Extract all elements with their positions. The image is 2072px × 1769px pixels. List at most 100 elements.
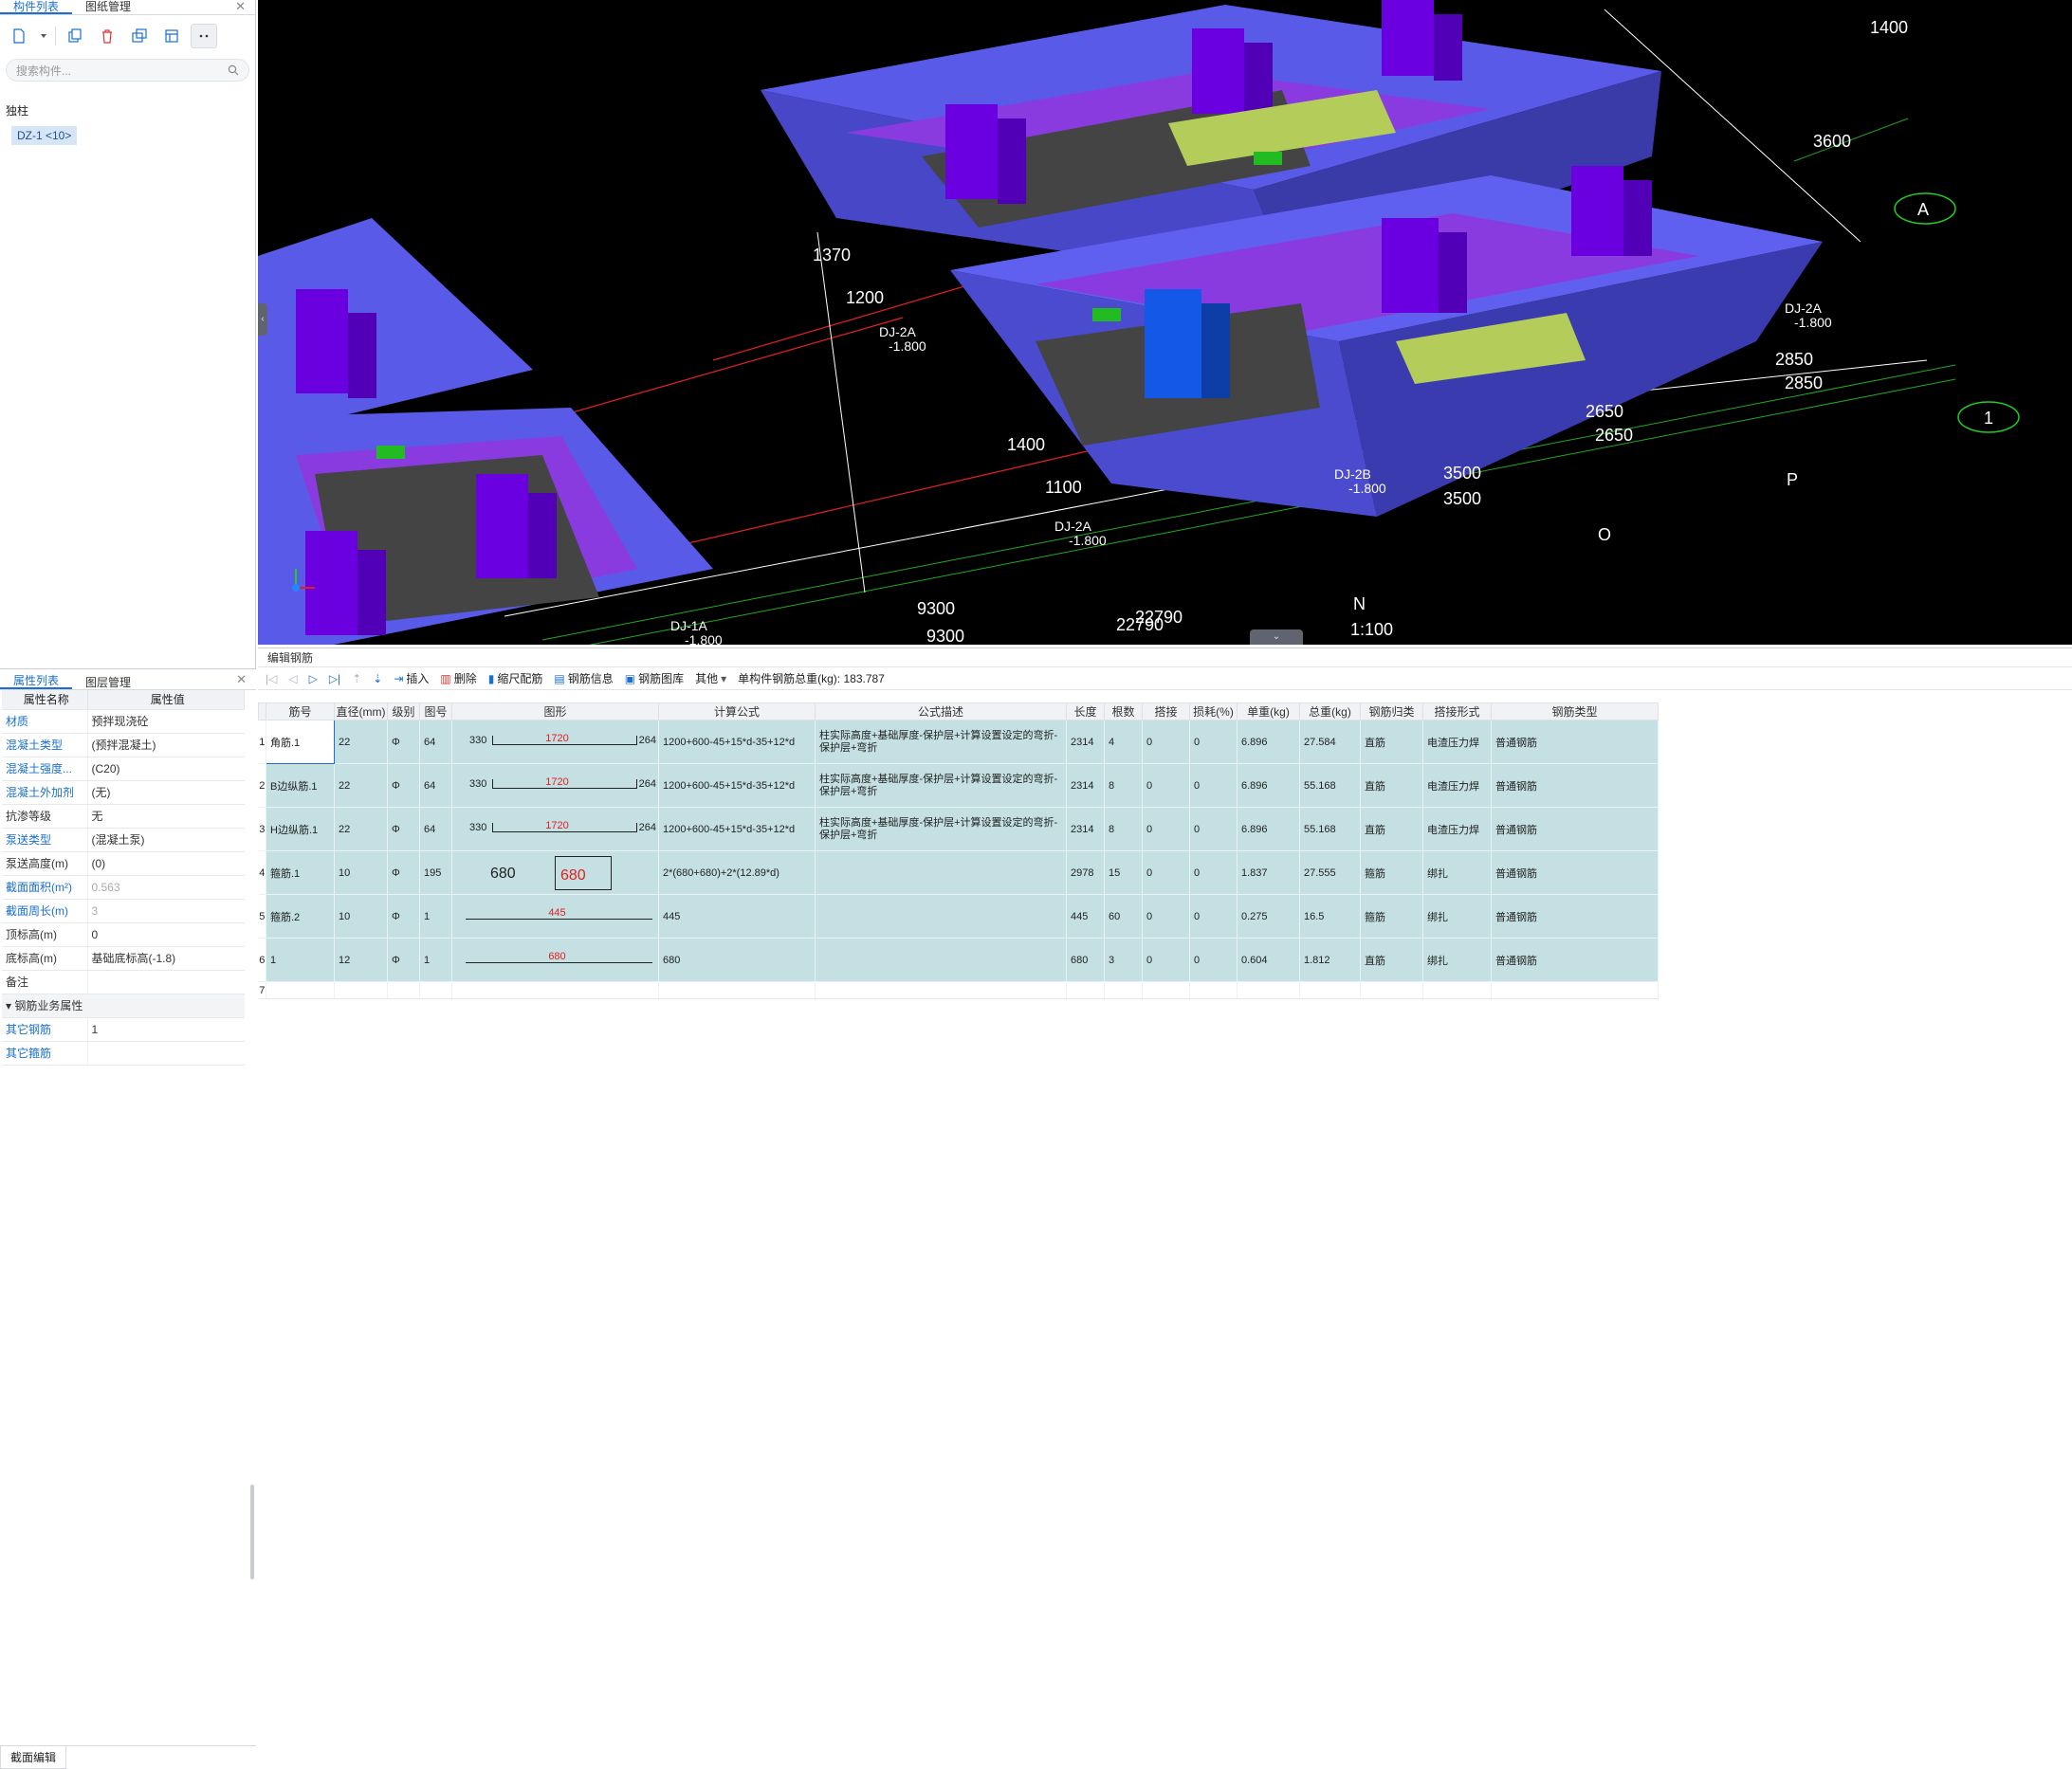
property-value[interactable]: 基础底标高(-1.8) [87, 946, 245, 971]
rebar-row[interactable]: 3 H边纵筋.1 22 Φ 64 330 1720 264 1200+600-45+15*… [258, 807, 1659, 851]
cell-length[interactable]: 680 [1066, 938, 1105, 982]
cell-category[interactable]: 直筋 [1360, 763, 1423, 808]
component-search-input[interactable]: 搜索构件... [6, 59, 249, 82]
cell-lap-form[interactable]: 电渣压力焊 [1422, 807, 1492, 851]
cell-figure-no[interactable]: 1 [419, 938, 452, 982]
column-header[interactable]: 筋号 [266, 702, 335, 720]
tree-item-dz1[interactable]: DZ-1 <10> [11, 126, 78, 145]
empty-cell[interactable] [1491, 981, 1659, 999]
cell-bar-no[interactable]: 箍筋.1 [266, 850, 335, 895]
new-component-button[interactable] [6, 24, 32, 48]
cell-rebar-type[interactable]: 普通钢筋 [1491, 720, 1659, 764]
tab-section-edit[interactable]: 截面编辑 [0, 1746, 67, 1769]
cell-grade[interactable]: Φ [387, 850, 420, 895]
cell-lap[interactable]: 0 [1142, 894, 1190, 939]
cell-total-weight[interactable]: 16.5 [1299, 894, 1361, 939]
empty-cell[interactable] [1237, 981, 1300, 999]
property-row[interactable]: 顶标高(m) 0 [2, 922, 245, 947]
empty-cell[interactable] [1360, 981, 1423, 999]
cell-lap[interactable]: 0 [1142, 850, 1190, 895]
first-row-button[interactable]: |◁ [266, 672, 277, 685]
cell-length[interactable]: 445 [1066, 894, 1105, 939]
cell-bar-no[interactable]: 角筋.1 [266, 720, 335, 764]
close-icon[interactable]: ✕ [236, 673, 247, 686]
cell-loss[interactable]: 0 [1189, 720, 1238, 764]
cell-diameter[interactable]: 22 [334, 763, 388, 808]
scale-rebar-button[interactable]: ▮ 缩尺配筋 [488, 670, 543, 686]
cell-figure-no[interactable]: 195 [419, 850, 452, 895]
column-header[interactable]: 钢筋类型 [1491, 702, 1659, 720]
cell-diameter[interactable]: 22 [334, 807, 388, 851]
property-row[interactable]: 泵送类型 (混凝土泵) [2, 828, 245, 852]
column-header[interactable]: 单重(kg) [1237, 702, 1300, 720]
cell-lap[interactable]: 0 [1142, 938, 1190, 982]
property-row[interactable]: 其它钢筋 1 [2, 1017, 245, 1042]
copy-button[interactable] [62, 24, 88, 48]
cell-count[interactable]: 8 [1104, 807, 1143, 851]
cell-shape[interactable]: 680 [451, 938, 659, 982]
prev-row-button[interactable]: ◁ [288, 672, 297, 685]
property-value[interactable]: (0) [87, 851, 245, 876]
collapse-left-handle[interactable]: ‹ [258, 303, 267, 336]
tab-component-list[interactable]: 构件列表 [0, 0, 73, 14]
insert-button[interactable]: ⇥ 插入 [394, 670, 429, 686]
column-header[interactable]: 损耗(%) [1189, 702, 1238, 720]
cell-lap-form[interactable]: 电渣压力焊 [1422, 763, 1492, 808]
cell-lap[interactable]: 0 [1142, 807, 1190, 851]
property-row[interactable]: 截面周长(m) 3 [2, 899, 245, 923]
cell-shape[interactable]: 330 1720 264 [451, 807, 659, 851]
cell-length[interactable]: 2314 [1066, 763, 1105, 808]
tab-layer-manage[interactable]: 图层管理 [72, 676, 144, 689]
next-row-button[interactable]: ▷ [309, 672, 318, 685]
cell-shape[interactable]: 330 1720 264 [451, 720, 659, 764]
cell-diameter[interactable]: 22 [334, 720, 388, 764]
cell-length[interactable]: 2978 [1066, 850, 1105, 895]
cell-formula-desc[interactable] [815, 938, 1067, 982]
property-row[interactable]: 材质 预拌现浇砼 [2, 709, 245, 734]
empty-cell[interactable] [658, 981, 816, 999]
cell-rebar-type[interactable]: 普通钢筋 [1491, 938, 1659, 982]
cell-figure-no[interactable]: 64 [419, 763, 452, 808]
column-header[interactable]: 公式描述 [815, 702, 1067, 720]
cell-shape[interactable]: 330 1720 264 [451, 763, 659, 808]
property-row[interactable]: 混凝土外加剂 (无) [2, 780, 245, 805]
column-header[interactable]: 长度 [1066, 702, 1105, 720]
property-value[interactable]: 无 [87, 804, 245, 829]
column-header[interactable]: 图形 [451, 702, 659, 720]
cell-count[interactable]: 3 [1104, 938, 1143, 982]
delete-button[interactable] [94, 24, 120, 48]
empty-cell[interactable] [266, 981, 335, 999]
cell-formula-desc[interactable] [815, 850, 1067, 895]
layer-copy-button[interactable] [126, 24, 153, 48]
empty-cell[interactable] [387, 981, 420, 999]
cell-unit-weight[interactable]: 1.837 [1237, 850, 1300, 895]
column-header[interactable]: 钢筋归类 [1360, 702, 1423, 720]
rebar-library-button[interactable]: ▣ 钢筋图库 [625, 670, 684, 686]
property-value[interactable]: (C20) [87, 757, 245, 781]
cell-diameter[interactable]: 12 [334, 938, 388, 982]
cell-length[interactable]: 2314 [1066, 807, 1105, 851]
cell-count[interactable]: 15 [1104, 850, 1143, 895]
cell-total-weight[interactable]: 55.168 [1299, 763, 1361, 808]
empty-cell[interactable] [419, 981, 452, 999]
property-value[interactable] [87, 970, 245, 994]
cell-loss[interactable]: 0 [1189, 894, 1238, 939]
rebar-info-button[interactable]: ▤ 钢筋信息 [554, 670, 613, 686]
cell-lap-form[interactable]: 绑扎 [1422, 850, 1492, 895]
property-value[interactable] [87, 1041, 245, 1066]
cell-loss[interactable]: 0 [1189, 938, 1238, 982]
move-up-button[interactable]: ⇡ [352, 672, 361, 685]
column-header[interactable]: 计算公式 [658, 702, 816, 720]
cell-diameter[interactable]: 10 [334, 850, 388, 895]
empty-cell[interactable] [815, 981, 1067, 999]
column-header[interactable]: 图号 [419, 702, 452, 720]
cell-formula[interactable]: 680 [658, 938, 816, 982]
cell-unit-weight[interactable]: 6.896 [1237, 763, 1300, 808]
rebar-row[interactable]: 2 B边纵筋.1 22 Φ 64 330 1720 264 1200+600-45+15*… [258, 763, 1659, 808]
cell-lap-form[interactable]: 绑扎 [1422, 938, 1492, 982]
empty-cell[interactable] [1189, 981, 1238, 999]
cell-lap[interactable]: 0 [1142, 763, 1190, 808]
cell-rebar-type[interactable]: 普通钢筋 [1491, 850, 1659, 895]
column-header[interactable]: 直径(mm) [334, 702, 388, 720]
cell-loss[interactable]: 0 [1189, 763, 1238, 808]
